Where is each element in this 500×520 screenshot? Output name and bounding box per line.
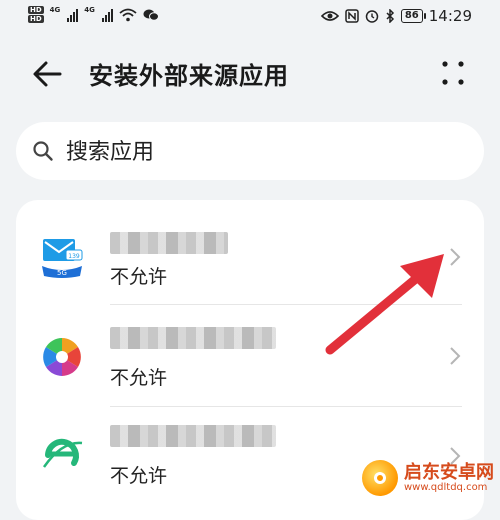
app-name-redacted <box>110 232 228 254</box>
app-name-redacted <box>110 327 276 349</box>
back-arrow-icon[interactable] <box>30 58 70 90</box>
search-input[interactable] <box>64 134 468 170</box>
status-bar: HD HD 4G 4G 86 14:29 <box>0 0 500 34</box>
signal-icon-2 <box>101 8 113 22</box>
app-name-redacted <box>110 425 276 447</box>
wechat-icon <box>143 9 159 21</box>
watermark-title: 启东安卓网 <box>404 461 494 483</box>
signal-icon-1 <box>67 8 79 22</box>
chevron-right-icon <box>450 347 461 365</box>
battery-indicator: 86 <box>400 9 426 23</box>
bluetooth-icon <box>386 9 394 23</box>
network-type-2: 4G <box>84 6 95 14</box>
list-item[interactable]: 139 5G 不允许 <box>16 200 484 304</box>
chevron-right-icon <box>450 248 461 266</box>
hd-badge-1: HD <box>28 6 44 14</box>
watermark-logo-icon <box>362 460 398 496</box>
mail-139-5g-icon: 139 5G <box>42 239 83 278</box>
nfc-icon <box>345 9 359 23</box>
alarm-icon <box>365 10 379 23</box>
app-status: 不允许 <box>110 465 168 487</box>
app-status: 不允许 <box>110 266 168 288</box>
search-icon <box>33 141 53 161</box>
page-title: 安装外部来源应用 <box>89 62 289 90</box>
watermark: 启东安卓网 www.qdltdq.com <box>362 460 494 496</box>
pinwheel-browser-icon <box>43 338 81 376</box>
clock: 14:29 <box>428 7 472 25</box>
watermark-text: 启东安卓网 www.qdltdq.com <box>404 461 494 494</box>
more-options-icon[interactable] <box>440 58 466 88</box>
hd-badge-2: HD <box>28 15 44 23</box>
list-item[interactable]: 不允许 <box>16 305 484 409</box>
e-browser-icon <box>42 438 83 468</box>
status-left: HD HD 4G 4G <box>28 6 159 23</box>
svg-text:139: 139 <box>68 253 80 260</box>
hd-badges: HD HD <box>28 6 44 23</box>
wifi-icon <box>119 8 137 21</box>
network-type-1: 4G <box>49 6 61 14</box>
search-bar[interactable] <box>16 122 484 180</box>
watermark-url: www.qdltdq.com <box>404 482 488 494</box>
app-status: 不允许 <box>110 367 168 389</box>
svg-text:5G: 5G <box>57 269 67 277</box>
status-right: 86 14:29 <box>320 7 472 25</box>
title-bar: 安装外部来源应用 <box>0 48 500 100</box>
eye-icon <box>320 11 339 21</box>
